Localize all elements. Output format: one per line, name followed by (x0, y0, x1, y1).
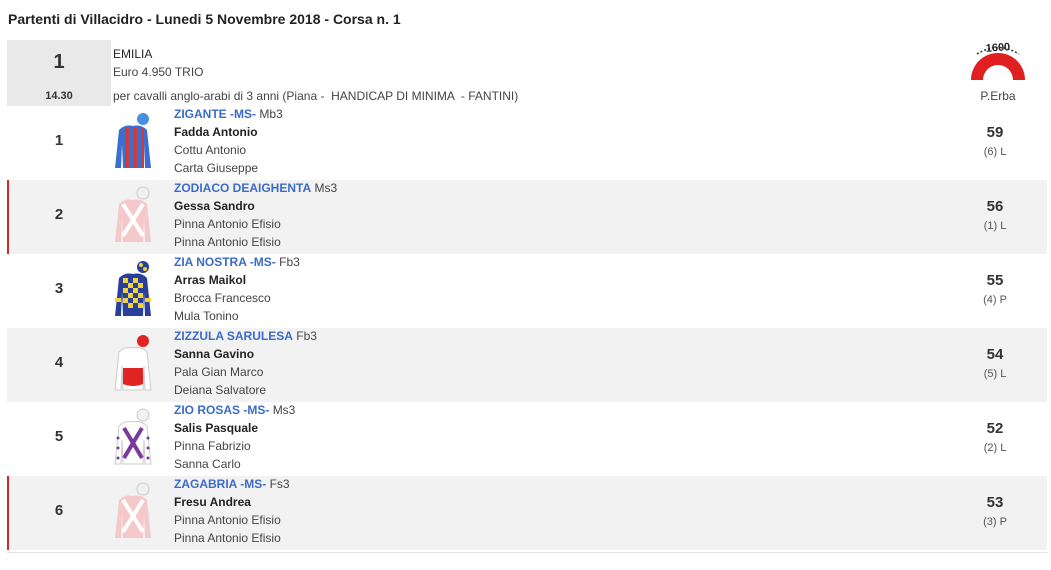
trainer-name: Cottu Antonio (174, 143, 247, 157)
runner-draw: (5) L (983, 368, 1007, 380)
owner-name: Pinna Antonio Efisio (174, 531, 281, 545)
runner-draw: (2) L (983, 442, 1007, 454)
runner-row[interactable]: 2 ZODIACO DEAIGHENTA Ms3 Gessa Sandro Pi… (7, 180, 1047, 254)
race-prize: Euro 4.950 TRIO (113, 65, 204, 79)
jockey-name: Salis Pasquale (174, 421, 259, 435)
horse-info: ZODIACO DEAIGHENTA Ms3 (174, 181, 337, 195)
horse-name[interactable]: ZODIACO DEAIGHENTA (174, 181, 311, 195)
horse-class: Fb3 (279, 255, 300, 269)
jockey-name: Fresu Andrea (174, 495, 251, 509)
runner-row[interactable]: 6 ZAGABRIA -MS- Fs3 Fresu Andrea Pinna A… (7, 476, 1047, 550)
horse-info: ZIA NOSTRA -MS- Fb3 (174, 255, 300, 269)
runner-weight: 56 (986, 198, 1004, 215)
horse-info: ZAGABRIA -MS- Fs3 (174, 477, 290, 491)
race-time: 14.30 (45, 90, 73, 102)
trainer-name: Brocca Francesco (174, 291, 271, 305)
runner-draw: (3) P (983, 516, 1007, 528)
horse-class: Ms3 (272, 403, 296, 417)
trainer-name: Pinna Fabrizio (174, 439, 251, 453)
runner-weight: 59 (986, 124, 1004, 141)
race-distance: 1600 (985, 41, 1010, 55)
blue-red-stripes-silk-icon (115, 113, 151, 168)
owner-name: Deiana Salvatore (174, 383, 267, 397)
runner-weight: 55 (986, 272, 1004, 289)
horse-class: Fb3 (296, 329, 317, 343)
race-header: 1 14.30 EMILIA Euro 4.950 TRIO per caval… (7, 40, 1047, 106)
white-purple-cross-silk-icon (114, 408, 152, 465)
horse-name[interactable]: ZIZZULA SARULESA (174, 329, 293, 343)
runner-weight: 54 (986, 346, 1004, 363)
trainer-name: Pala Gian Marco (174, 365, 264, 379)
trainer-name: Pinna Antonio Efisio (174, 217, 281, 231)
horse-name[interactable]: ZAGABRIA -MS- (174, 477, 266, 491)
blue-yellow-checks-silk-icon (115, 261, 151, 316)
runner-number: 6 (54, 502, 64, 519)
horse-info: ZIGANTE -MS- Mb3 (174, 107, 283, 121)
jockey-name: Gessa Sandro (174, 199, 255, 213)
horse-name[interactable]: ZIA NOSTRA -MS- (174, 255, 276, 269)
jockey-name: Sanna Gavino (174, 347, 255, 361)
runner-weight: 52 (986, 420, 1004, 437)
owner-name: Pinna Antonio Efisio (174, 235, 281, 249)
track-type: P.Erba (980, 89, 1016, 103)
divider (7, 552, 1047, 553)
runner-draw: (1) L (983, 220, 1007, 232)
owner-name: Mula Tonino (174, 309, 239, 323)
race-number-box: 1 14.30 (7, 40, 111, 106)
horse-class: Mb3 (259, 107, 283, 121)
page-title: Partenti di Villacidro - Lunedi 5 Novemb… (8, 11, 401, 27)
track-shape-icon: 1600 (971, 41, 1025, 80)
horse-class: Ms3 (314, 181, 338, 195)
pink-white-silk-icon (115, 482, 151, 538)
trainer-name: Pinna Antonio Efisio (174, 513, 281, 527)
horse-info: ZIZZULA SARULESA Fb3 (174, 329, 317, 343)
jockey-name: Arras Maikol (174, 273, 247, 287)
pink-white-silk-icon (115, 186, 151, 242)
jockey-name: Fadda Antonio (174, 125, 258, 139)
owner-name: Sanna Carlo (174, 457, 241, 471)
race-description: per cavalli anglo-arabi di 3 anni (Piana… (113, 89, 519, 103)
white-red-silk-icon (114, 335, 152, 391)
runner-number: 4 (54, 354, 64, 371)
runner-number: 5 (54, 428, 64, 445)
runner-draw: (6) L (983, 146, 1007, 158)
runner-row[interactable]: 4 ZIZZULA SARULESA Fb3 Sanna Gavino Pala… (7, 328, 1047, 402)
horse-class: Fs3 (269, 477, 290, 491)
runner-number: 3 (54, 280, 64, 297)
runner-row[interactable]: 1 ZIGANTE -MS- Mb3 Fadda Antonio Cottu A… (7, 106, 1047, 180)
runner-number: 1 (54, 132, 64, 149)
runner-draw: (4) P (983, 294, 1007, 306)
race-number: 1 (53, 51, 65, 73)
runner-weight: 53 (986, 494, 1004, 511)
runner-number: 2 (54, 206, 64, 223)
horse-name[interactable]: ZIO ROSAS -MS- (174, 403, 269, 417)
owner-name: Carta Giuseppe (174, 161, 259, 175)
runner-row[interactable]: 3 ZIA NOSTRA -MS- Fb3 Arras Maikol Brocc… (7, 254, 1047, 328)
horse-info: ZIO ROSAS -MS- Ms3 (174, 403, 295, 417)
runner-row[interactable]: 5 ZIO ROSAS -MS- Ms3 Salis Pasquale Pinn… (7, 402, 1047, 476)
race-name: EMILIA (113, 47, 153, 61)
horse-name[interactable]: ZIGANTE -MS- (174, 107, 256, 121)
